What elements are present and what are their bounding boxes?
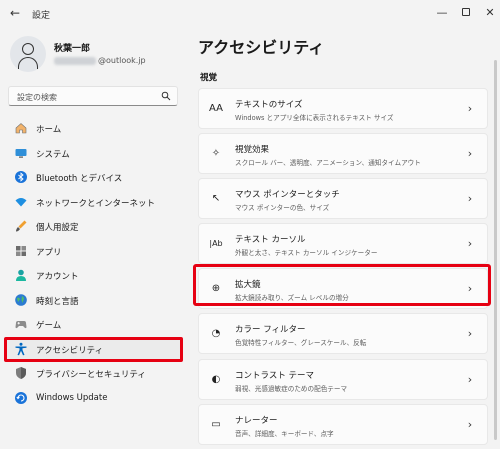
sidebar-item-gaming[interactable]: ゲーム [6,312,182,337]
email-suffix: @outlook.jp [98,56,146,65]
sidebar-item-network[interactable]: ネットワークとインターネット [6,190,182,215]
card-title: ナレーター [235,415,278,426]
wifi-icon [15,197,27,206]
chevron-right-icon: › [467,237,473,251]
sidebar-item-label: システム [36,149,70,160]
sidebar-item-windows-update[interactable]: Windows Update [6,386,182,411]
sidebar-item-system[interactable]: システム [6,141,182,166]
back-button[interactable]: ← [8,6,22,20]
user-profile[interactable]: 秋葉一郎 @outlook.jp [10,36,180,76]
sidebar-nav: ホーム システム Bluetooth とデバイス ネットワークとインターネット … [6,116,182,410]
card-title: コントラスト テーマ [235,370,315,381]
search-input[interactable]: 設定の検索 [8,86,178,106]
bluetooth-icon [15,171,27,183]
sparkle-icon: ✧ [211,148,221,160]
sidebar-item-label: 個人用設定 [36,223,79,233]
account-icon [16,269,26,281]
sidebar-item-label: Windows Update [36,392,108,403]
narrator-icon: ▭ [211,418,221,430]
card-subtitle: 外観と太さ、テキスト カーソル インジケーター [235,249,378,258]
globe-icon [15,293,27,306]
chevron-right-icon: › [467,147,473,161]
update-icon [15,391,27,404]
sidebar-item-label: Bluetooth とデバイス [36,174,123,184]
avatar-head-icon [22,43,34,55]
search-icon[interactable] [161,91,171,101]
scrollbar[interactable] [494,60,497,440]
shield-icon [16,367,26,379]
sidebar-item-time-language[interactable]: 時刻と言語 [6,288,182,313]
chevron-right-icon: › [467,102,473,115]
gamepad-icon [15,321,27,329]
apps-icon [16,245,26,256]
sidebar-item-label: ゲーム [36,321,62,331]
settings-window: ← 設定 — ✕ 秋葉一郎 @outlook.jp 設定の検索 ホーム システム… [0,0,500,449]
card-subtitle: Windows とアプリ全体に表示されるテキスト サイズ [235,114,394,122]
card-visual-effects[interactable]: ✧ 視覚効果 スクロール バー、透明度、アニメーション、通知タイムアウト › [198,133,488,175]
sidebar-highlight-frame [4,337,183,362]
card-narrator[interactable]: ▭ ナレーター 音声、詳細度、キーボード、点字 › [198,403,488,445]
sidebar-item-label: アプリ [36,247,62,258]
brush-icon [16,220,27,232]
magnifier-highlight-frame [193,264,491,306]
section-heading: 視覚 [200,73,218,83]
chevron-right-icon: › [467,372,473,386]
card-title: テキストのサイズ [235,100,303,110]
monitor-icon [15,148,27,158]
card-title: テキスト カーソル [235,235,306,246]
sidebar-item-label: アカウント [36,272,79,282]
sidebar-item-accounts[interactable]: アカウント [6,263,182,288]
mouse-pointer-icon: ↖ [211,193,221,205]
email-redacted [54,56,96,65]
close-button[interactable]: ✕ [476,4,500,22]
user-name: 秋葉一郎 [54,44,91,54]
card-contrast-themes[interactable]: ◐ コントラスト テーマ 弱視、光感過敏症のための配色テーマ › [198,358,488,400]
sidebar-item-label: ネットワークとインターネット [36,198,156,209]
chevron-right-icon: › [467,192,473,206]
sidebar-item-apps[interactable]: アプリ [6,239,182,264]
maximize-icon [462,8,470,16]
user-email: @outlook.jp [54,56,146,65]
app-title: 設定 [32,11,51,21]
home-icon [15,123,27,134]
text-size-icon: AA [209,103,223,114]
card-subtitle: マウス ポインターの色、サイズ [235,204,330,213]
sidebar-item-label: ホーム [36,125,62,135]
page-title: アクセシビリティ [198,38,325,57]
card-title: マウス ポインターとタッチ [235,190,340,201]
card-mouse-pointer[interactable]: ↖ マウス ポインターとタッチ マウス ポインターの色、サイズ › [198,178,488,220]
avatar [10,36,46,72]
sidebar-item-bluetooth[interactable]: Bluetooth とデバイス [6,165,182,190]
card-text-size[interactable]: AA テキストのサイズ Windows とアプリ全体に表示されるテキスト サイズ… [198,88,488,129]
sidebar-item-home[interactable]: ホーム [6,116,182,141]
sidebar-item-label: 時刻と言語 [36,296,79,307]
contrast-icon: ◐ [211,373,221,385]
sidebar-item-label: プライバシーとセキュリティ [36,370,146,380]
card-title: カラー フィルター [235,325,306,336]
color-filter-icon: ◔ [211,328,221,340]
search-placeholder: 設定の検索 [17,93,57,102]
card-subtitle: スクロール バー、透明度、アニメーション、通知タイムアウト [235,159,421,168]
card-color-filters[interactable]: ◔ カラー フィルター 色覚特性フィルター、グレースケール、反転 › [198,313,488,355]
card-title: 視覚効果 [235,145,270,156]
card-subtitle: 弱視、光感過敏症のための配色テーマ [235,384,348,393]
avatar-body-icon [18,57,38,69]
card-text-cursor[interactable]: |Ab テキスト カーソル 外観と太さ、テキスト カーソル インジケーター › [198,223,488,265]
card-subtitle: 色覚特性フィルター、グレースケール、反転 [235,339,367,348]
card-subtitle: 音声、詳細度、キーボード、点字 [235,429,334,438]
sidebar-item-personalization[interactable]: 個人用設定 [6,214,182,239]
text-cursor-icon: |Ab [209,239,223,249]
chevron-right-icon: › [467,327,473,341]
title-bar: ← 設定 — ✕ [0,0,500,30]
chevron-right-icon: › [467,417,473,431]
sidebar-item-privacy[interactable]: プライバシーとセキュリティ [6,361,182,386]
